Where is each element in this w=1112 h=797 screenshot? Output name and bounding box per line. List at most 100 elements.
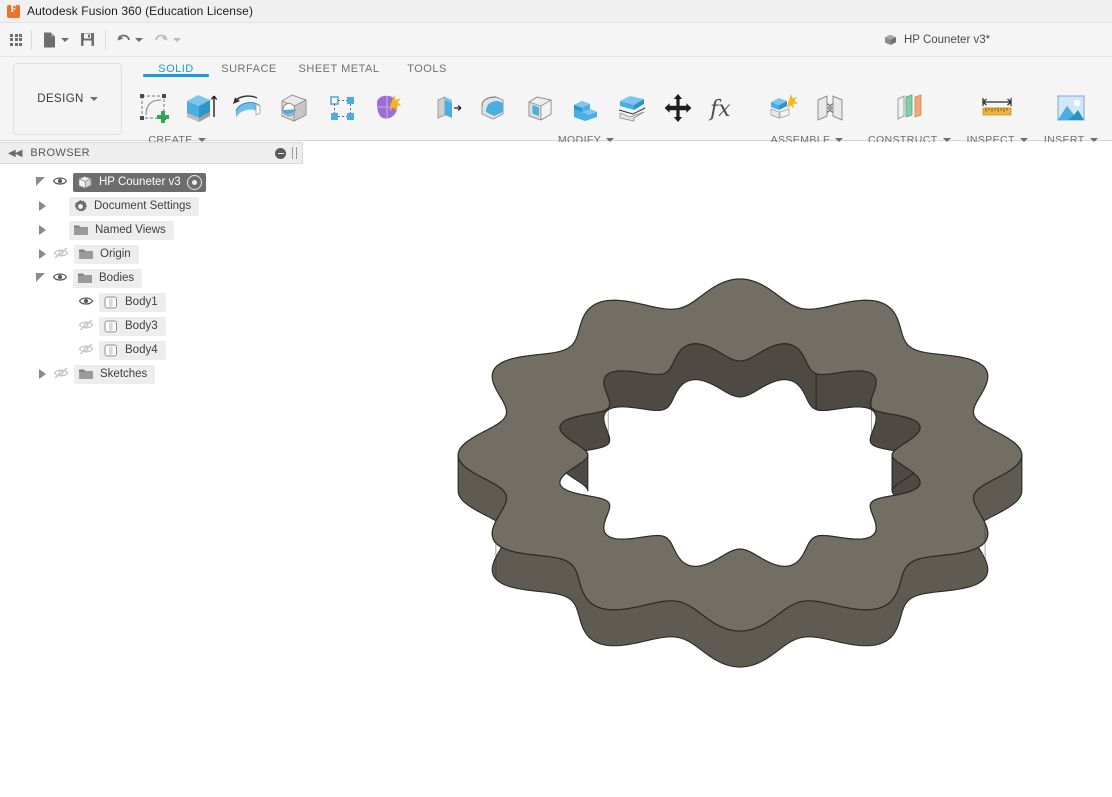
tree-item-body1[interactable]: Body1 [0,292,303,312]
expander-down-icon[interactable] [36,176,48,188]
minus-circle-icon[interactable] [275,148,286,159]
toolbar-divider [105,30,106,50]
tree-item-named-views[interactable]: Named Views [0,220,303,240]
double-left-arrow-icon[interactable]: ◀◀ [8,148,21,159]
joint-icon[interactable] [808,85,852,131]
undo-button[interactable] [111,27,147,53]
panel-surface-create [224,85,318,146]
visibility-eye-icon[interactable] [52,270,68,286]
shell-icon[interactable] [518,85,562,131]
tree-item-chip[interactable]: Sketches [74,365,155,384]
panel-inspect: INSPECT [965,85,1030,146]
tree-item-label: Body4 [125,344,158,356]
visibility-eye-icon[interactable] [78,294,94,310]
workspace-switcher-button[interactable]: DESIGN [13,63,122,135]
activate-component-radio[interactable] [187,175,202,190]
gear-icon [73,199,88,214]
tree-item-chip[interactable]: HP Couneter v3 [73,173,206,192]
undo-arrow-icon [115,32,132,48]
extrude-icon[interactable] [178,85,222,131]
tree-item-chip[interactable]: Body1 [99,293,166,312]
expander-right-icon[interactable] [37,224,49,236]
body-icon [103,319,119,334]
sphere-icon[interactable] [272,85,316,131]
ribbon-panels: CREATE [130,85,1112,140]
tree-item-label: Origin [100,248,131,260]
tree-item-chip[interactable]: Document Settings [69,197,199,216]
tree-item-label: Body3 [125,320,158,332]
viewport-canvas[interactable] [303,142,1112,797]
wavy-gear-ring-body[interactable] [440,275,1040,675]
combine-icon[interactable] [564,85,608,131]
tree-item-sketches[interactable]: Sketches [0,364,303,384]
move-copy-icon[interactable] [656,85,700,131]
ribbon: DESIGN SOLID SURFACE SHEET METAL TOOLS [0,57,1112,141]
visibility-eye-icon[interactable] [52,174,68,190]
split-face-icon[interactable] [610,85,654,131]
visibility-eye-hidden-icon[interactable] [78,342,94,358]
tree-item-label: Document Settings [94,200,191,212]
tree-item-root[interactable]: HP Couneter v3 [0,172,303,192]
tab-sheet-metal-label: SHEET METAL [299,63,380,75]
visibility-eye-hidden-icon[interactable] [78,318,94,334]
create-sketch-icon[interactable] [132,85,176,131]
app-grid-button[interactable] [6,27,26,53]
tree-item-label: Bodies [99,272,134,284]
tab-sheet-metal[interactable]: SHEET METAL [289,57,389,75]
insert-image-icon[interactable] [1049,85,1093,131]
window-title: Autodesk Fusion 360 (Education License) [27,4,253,18]
tree-item-chip[interactable]: Named Views [69,221,174,240]
panel-sheet-metal-create [318,85,412,146]
drag-grip-icon[interactable] [292,147,297,159]
fillet-icon[interactable] [472,85,516,131]
document-tab[interactable]: HP Couneter v3* [875,28,998,52]
tree-item-body4[interactable]: Body4 [0,340,303,360]
toolbar-divider [31,30,32,50]
expander-right-icon[interactable] [37,200,49,212]
tree-item-origin[interactable]: Origin [0,244,303,264]
revolve-icon[interactable] [226,85,270,131]
panel-modify: fx MODIFY [424,85,748,146]
save-button[interactable] [75,27,100,53]
chevron-down-icon [135,38,143,42]
redo-button[interactable] [149,27,185,53]
press-pull-icon[interactable] [426,85,470,131]
active-tab-underline [143,74,209,77]
chevron-down-icon [61,38,69,42]
tree-item-chip[interactable]: Origin [74,245,139,264]
redo-arrow-icon [153,32,170,48]
offset-plane-icon[interactable] [887,85,931,131]
tree-item-chip[interactable]: Bodies [73,269,142,288]
measure-icon[interactable] [975,85,1019,131]
fusion-logo-icon [7,5,20,18]
folder-icon [78,367,94,381]
new-component-icon[interactable] [762,85,806,131]
tree-item-document-settings[interactable]: Document Settings [0,196,303,216]
component-cube-icon [77,175,93,190]
tab-solid[interactable]: SOLID [143,57,209,75]
visibility-eye-hidden-icon[interactable] [53,246,69,262]
tab-tools[interactable]: TOOLS [389,57,465,75]
panel-insert: INSERT [1042,85,1100,146]
tab-surface[interactable]: SURFACE [209,57,289,75]
folder-icon [78,247,94,261]
browser-panel: ◀◀ BROWSER HP Couneter v3 [0,142,303,388]
file-icon [41,31,58,49]
cube-icon [883,33,898,47]
expander-right-icon[interactable] [37,368,49,380]
document-tab-label: HP Couneter v3* [904,34,990,46]
expander-down-icon[interactable] [36,272,48,284]
expander-right-icon[interactable] [37,248,49,260]
quick-access-toolbar: HP Couneter v3* [0,23,1112,57]
tree-item-chip[interactable]: Body4 [99,341,166,360]
create-form-icon[interactable] [366,85,410,131]
tree-item-bodies[interactable]: Bodies [0,268,303,288]
tree-item-body3[interactable]: Body3 [0,316,303,336]
tab-surface-label: SURFACE [221,63,276,75]
tree-item-chip[interactable]: Body3 [99,317,166,336]
visibility-eye-hidden-icon[interactable] [53,366,69,382]
browser-tree: HP Couneter v3 Document Settings [0,164,303,384]
pattern-icon[interactable] [320,85,364,131]
new-document-button[interactable] [37,27,73,53]
change-parameters-icon[interactable]: fx [702,85,746,131]
